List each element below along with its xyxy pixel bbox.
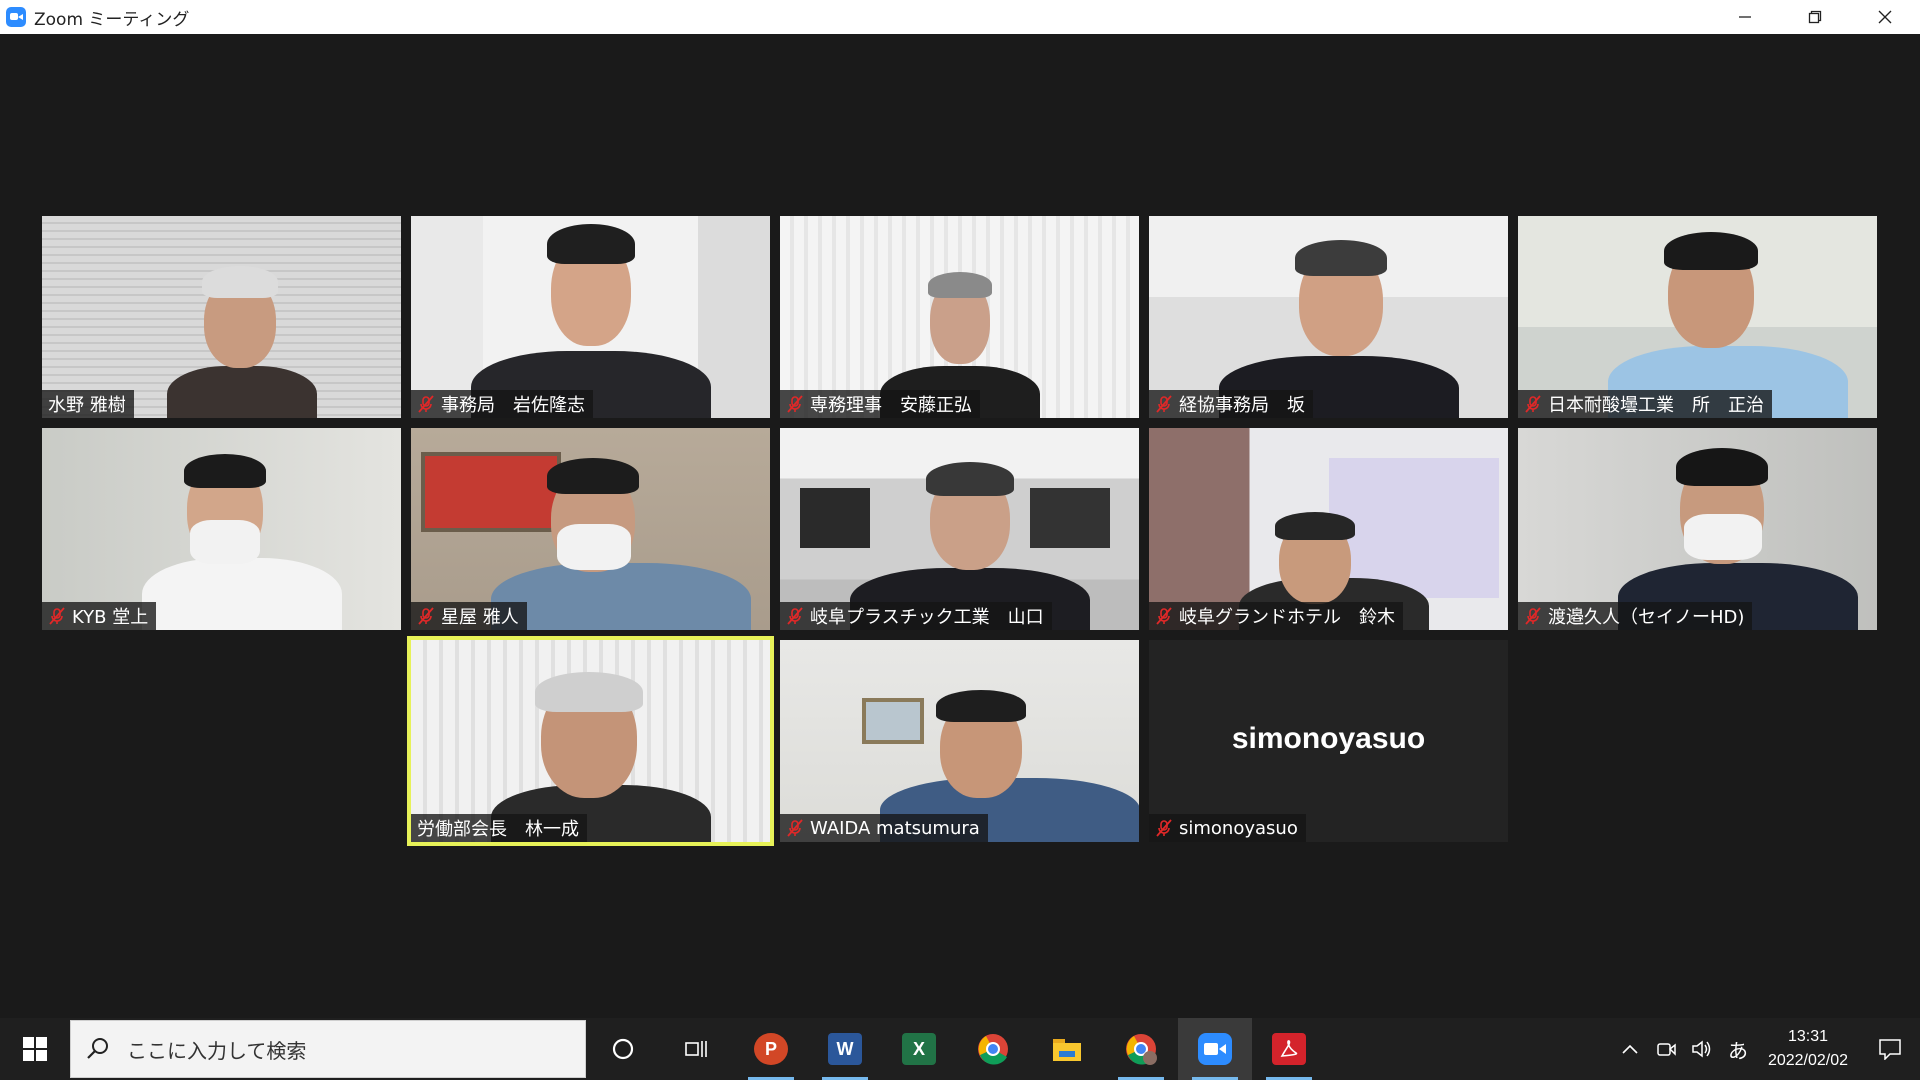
muted-microphone-icon xyxy=(1155,607,1173,625)
video-tile[interactable]: 水野 雅樹 xyxy=(42,216,401,418)
minimize-icon xyxy=(1739,16,1751,18)
muted-microphone-icon xyxy=(786,607,804,625)
participant-name-label: 岐阜プラスチック工業 山口 xyxy=(780,602,1052,630)
zoom-taskbar-button[interactable] xyxy=(1178,1018,1252,1080)
video-tile-camera-off[interactable]: simonoyasuo simonoyasuo xyxy=(1149,640,1508,842)
muted-microphone-icon xyxy=(48,607,66,625)
muted-microphone-icon xyxy=(417,395,435,413)
participant-name-label: simonoyasuo xyxy=(1149,814,1306,842)
task-view-button[interactable] xyxy=(660,1018,734,1080)
file-explorer-taskbar-button[interactable] xyxy=(1030,1018,1104,1080)
video-tile[interactable]: KYB 堂上 xyxy=(42,428,401,630)
word-icon: W xyxy=(828,1033,862,1065)
action-center-button[interactable] xyxy=(1860,1018,1920,1080)
participant-name-label: 事務局 岩佐隆志 xyxy=(411,390,593,418)
chrome-profile-taskbar-button[interactable] xyxy=(1104,1018,1178,1080)
video-tile[interactable]: 事務局 岩佐隆志 xyxy=(411,216,770,418)
window-title: Zoom ミーティング xyxy=(34,9,190,30)
meet-now-icon xyxy=(1657,1043,1676,1056)
muted-microphone-icon xyxy=(417,607,435,625)
search-icon xyxy=(87,1038,108,1059)
show-hidden-icons-button[interactable] xyxy=(1612,1018,1648,1080)
cortana-button[interactable] xyxy=(586,1018,660,1080)
muted-microphone-icon xyxy=(786,395,804,413)
muted-microphone-icon xyxy=(1155,395,1173,413)
clock[interactable]: 13:31 2022/02/02 xyxy=(1756,1025,1860,1073)
chrome-profile-icon xyxy=(1126,1034,1157,1065)
participant-name-label: 渡邉久人（セイノーHD) xyxy=(1518,602,1753,630)
search-placeholder: ここに入力して検索 xyxy=(127,1038,307,1063)
window-title-bar: Zoom ミーティング xyxy=(0,0,1920,34)
notification-icon xyxy=(1879,1039,1901,1060)
powerpoint-taskbar-button[interactable]: P xyxy=(734,1018,808,1080)
windows-logo-icon xyxy=(23,1037,47,1061)
video-tile[interactable]: 岐阜プラスチック工業 山口 xyxy=(780,428,1139,630)
close-icon xyxy=(1878,10,1892,24)
cortana-icon xyxy=(612,1038,634,1060)
participant-name-label: 星屋 雅人 xyxy=(411,602,527,630)
chrome-taskbar-button[interactable] xyxy=(956,1018,1030,1080)
muted-microphone-icon xyxy=(1155,819,1173,837)
ime-indicator[interactable]: あ xyxy=(1720,1018,1756,1080)
chevron-up-icon xyxy=(1622,1044,1638,1054)
system-tray: あ 13:31 2022/02/02 xyxy=(1612,1018,1920,1080)
meet-now-button[interactable] xyxy=(1648,1018,1684,1080)
taskbar-search-box[interactable]: ここに入力して検索 xyxy=(70,1020,586,1078)
taskbar: ここに入力して検索 P W X あ 13:31 2022/02/02 xyxy=(0,1018,1920,1080)
task-view-icon xyxy=(685,1041,707,1057)
participant-display-name: simonoyasuo xyxy=(1231,722,1426,755)
video-tile-active-speaker[interactable]: 労働部会長 林一成 xyxy=(407,636,774,846)
participant-name-label: 日本耐酸壜工業 所 正治 xyxy=(1518,390,1772,418)
participant-name-label: KYB 堂上 xyxy=(42,602,157,630)
restore-button[interactable] xyxy=(1780,0,1850,34)
participant-name-label: 専務理事 安藤正弘 xyxy=(780,390,980,418)
muted-microphone-icon xyxy=(1524,395,1542,413)
zoom-app-icon xyxy=(6,7,26,27)
participant-name-label: 経協事務局 坂 xyxy=(1149,390,1313,418)
powerpoint-icon: P xyxy=(754,1033,788,1065)
video-tile[interactable]: 岐阜グランドホテル 鈴木 xyxy=(1149,428,1508,630)
close-button[interactable] xyxy=(1850,0,1920,34)
acrobat-icon xyxy=(1272,1033,1306,1065)
clock-date: 2022/02/02 xyxy=(1767,1052,1849,1069)
muted-microphone-icon xyxy=(786,819,804,837)
participant-name-label: 水野 雅樹 xyxy=(42,390,134,418)
gallery-view: 水野 雅樹 事務局 岩佐隆志 専務理事 安藤正弘 経協事務局 坂 日本耐酸壜工業… xyxy=(0,34,1920,1018)
video-tile[interactable]: 星屋 雅人 xyxy=(411,428,770,630)
volume-button[interactable] xyxy=(1684,1018,1720,1080)
video-tile[interactable]: WAIDA matsumura xyxy=(780,640,1139,842)
participant-name-label: 岐阜グランドホテル 鈴木 xyxy=(1149,602,1403,630)
start-button[interactable] xyxy=(0,1018,70,1080)
file-explorer-icon xyxy=(1053,1039,1081,1061)
minimize-button[interactable] xyxy=(1710,0,1780,34)
video-tile[interactable]: 渡邉久人（セイノーHD) xyxy=(1518,428,1877,630)
participant-name-label: 労働部会長 林一成 xyxy=(411,814,587,842)
restore-icon xyxy=(1808,10,1822,24)
acrobat-taskbar-button[interactable] xyxy=(1252,1018,1326,1080)
chrome-icon xyxy=(978,1034,1008,1065)
zoom-icon xyxy=(1198,1033,1232,1065)
video-tile[interactable]: 経協事務局 坂 xyxy=(1149,216,1508,418)
clock-time: 13:31 xyxy=(1787,1028,1829,1045)
excel-icon: X xyxy=(902,1033,936,1065)
excel-taskbar-button[interactable]: X xyxy=(882,1018,956,1080)
video-tile[interactable]: 専務理事 安藤正弘 xyxy=(780,216,1139,418)
speaker-icon xyxy=(1692,1040,1711,1058)
word-taskbar-button[interactable]: W xyxy=(808,1018,882,1080)
participant-name-label: WAIDA matsumura xyxy=(780,814,988,842)
muted-microphone-icon xyxy=(1524,607,1542,625)
video-tile[interactable]: 日本耐酸壜工業 所 正治 xyxy=(1518,216,1877,418)
